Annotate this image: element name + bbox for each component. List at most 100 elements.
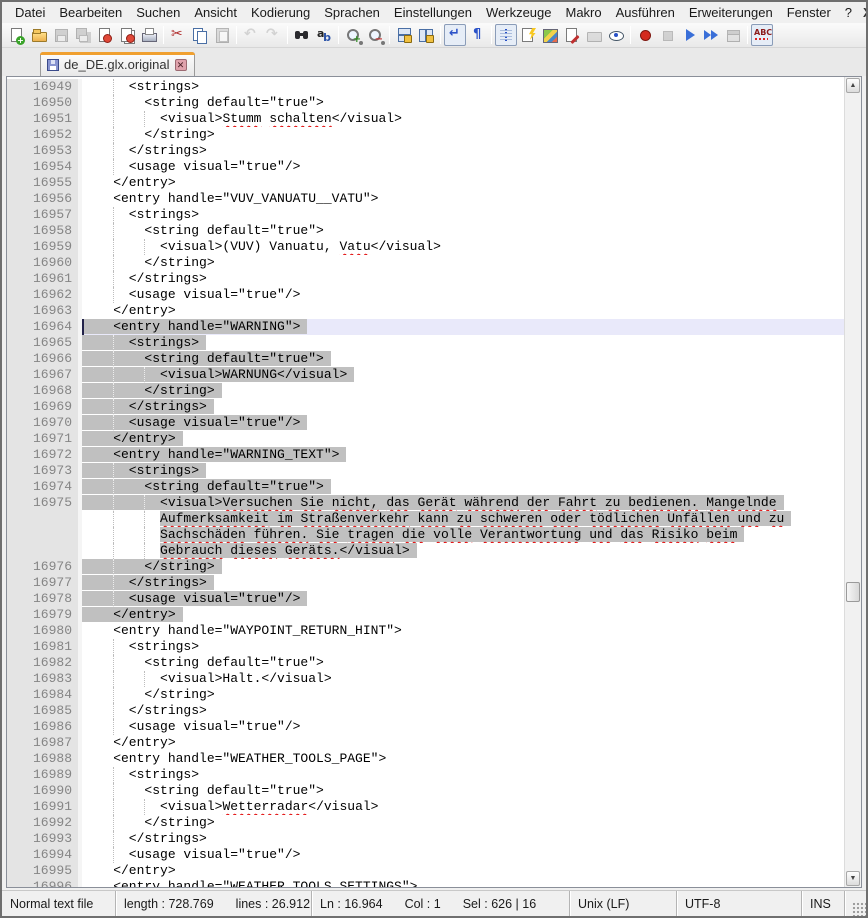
indent-guide-line xyxy=(113,223,114,239)
close-file-button[interactable] xyxy=(94,24,116,46)
editor-rows[interactable]: 16949 <strings>16950 <string default="tr… xyxy=(7,77,844,887)
editor-row: 16967 <visual>WARNUNG</visual> xyxy=(7,367,844,383)
status-eol-format[interactable]: Unix (LF) xyxy=(570,891,677,916)
editor-row: 16978 <usage visual="true"/> xyxy=(7,591,844,607)
menu-item-erweiterungen[interactable]: Erweiterungen xyxy=(682,3,780,22)
menu-item-bearbeiten[interactable]: Bearbeiten xyxy=(52,3,129,22)
resize-grip-icon[interactable] xyxy=(852,902,866,916)
zoom-out-button[interactable] xyxy=(364,24,386,46)
status-selection: Sel : 626 | 16 xyxy=(463,897,536,911)
sync-h-button[interactable] xyxy=(415,24,437,46)
line-number: 16964 xyxy=(7,319,78,335)
menu-item-datei[interactable]: Datei xyxy=(8,3,52,22)
copy-icon xyxy=(192,27,208,43)
vertical-scrollbar[interactable]: ▲ ▼ xyxy=(844,77,861,887)
line-number: 16960 xyxy=(7,255,78,271)
zoom-in-button[interactable] xyxy=(342,24,364,46)
cut-button[interactable] xyxy=(167,24,189,46)
status-bar: Normal text file length : 728.769 lines … xyxy=(2,890,866,916)
status-insert-mode[interactable]: INS xyxy=(802,891,845,916)
editor-row: 16985 </strings> xyxy=(7,703,844,719)
line-number: 16995 xyxy=(7,863,78,879)
line-number: 16988 xyxy=(7,751,78,767)
menu-item-ausf-hren[interactable]: Ausführen xyxy=(609,3,682,22)
toolbar-separator xyxy=(287,26,288,44)
indent-guide-line xyxy=(113,815,114,831)
selection-highlight: Sachschäden führen. Sie tragen die volle… xyxy=(160,527,744,542)
line-number: 16984 xyxy=(7,687,78,703)
run-macro-multiple-button[interactable] xyxy=(700,24,722,46)
menu-item-sprachen[interactable]: Sprachen xyxy=(317,3,387,22)
misspelled-word: Sie xyxy=(300,495,323,510)
scroll-up-arrow-icon[interactable]: ▲ xyxy=(846,78,860,93)
indent-guide-line xyxy=(144,799,145,815)
udl-dialog-button[interactable] xyxy=(517,24,539,46)
indent-guide-button[interactable] xyxy=(495,24,517,46)
code-line: <usage visual="true"/> xyxy=(82,287,844,303)
record-macro-button[interactable] xyxy=(634,24,656,46)
indent-guide-line xyxy=(113,527,114,543)
word-wrap-button[interactable] xyxy=(444,24,466,46)
indent-guide-line xyxy=(113,367,114,383)
line-number: 16990 xyxy=(7,783,78,799)
indent-guide-line xyxy=(113,79,114,95)
indent-guide-line xyxy=(144,239,145,255)
misspelled-word: volle xyxy=(433,527,472,542)
spell-check-button[interactable] xyxy=(751,24,773,46)
menu-item-kodierung[interactable]: Kodierung xyxy=(244,3,317,22)
replace-button[interactable] xyxy=(313,24,335,46)
menu-item-werkzeuge[interactable]: Werkzeuge xyxy=(479,3,559,22)
sync-v-button[interactable] xyxy=(393,24,415,46)
line-number: 16977 xyxy=(7,575,78,591)
find-button[interactable] xyxy=(291,24,313,46)
editor-row: 16987 </entry> xyxy=(7,735,844,751)
close-all-button[interactable] xyxy=(116,24,138,46)
line-number: 16969 xyxy=(7,399,78,415)
save-file-button xyxy=(50,24,72,46)
status-encoding[interactable]: UTF-8 xyxy=(677,891,802,916)
menu-item-einstellungen[interactable]: Einstellungen xyxy=(387,3,479,22)
misspelled-word: Gebrauch xyxy=(160,543,222,558)
menu-item-makro[interactable]: Makro xyxy=(559,3,609,22)
edit-pen-button[interactable] xyxy=(561,24,583,46)
tab-close-icon[interactable]: ✕ xyxy=(175,59,187,71)
play-macro-icon xyxy=(681,27,697,43)
doc-map-button[interactable] xyxy=(539,24,561,46)
code-line: </entry> xyxy=(82,303,844,319)
scrollbar-thumb[interactable] xyxy=(846,582,860,602)
editor-row: 16979 </entry> xyxy=(7,607,844,623)
show-all-chars-button[interactable] xyxy=(466,24,488,46)
window-close-button[interactable]: X xyxy=(859,5,868,20)
selection-highlight: </entry> xyxy=(82,607,183,622)
menu-item-suchen[interactable]: Suchen xyxy=(129,3,187,22)
line-number: 16957 xyxy=(7,207,78,223)
menu-item-ansicht[interactable]: Ansicht xyxy=(187,3,244,22)
save-all-icon xyxy=(75,27,91,43)
open-file-button[interactable] xyxy=(28,24,50,46)
menu-item-?[interactable]: ? xyxy=(838,3,859,22)
misspelled-word: zu xyxy=(605,495,621,510)
menu-item-fenster[interactable]: Fenster xyxy=(780,3,838,22)
editor-row: 16988 <entry handle="WEATHER_TOOLS_PAGE"… xyxy=(7,751,844,767)
preview-eye-button[interactable] xyxy=(605,24,627,46)
open-file-icon xyxy=(31,27,47,43)
scroll-down-arrow-icon[interactable]: ▼ xyxy=(846,871,860,886)
copy-button[interactable] xyxy=(189,24,211,46)
status-doc-type: Normal text file xyxy=(2,891,116,916)
indent-guide-line xyxy=(113,383,114,399)
play-macro-button[interactable] xyxy=(678,24,700,46)
misspelled-word: während xyxy=(464,495,519,510)
replace-icon xyxy=(316,27,332,43)
indent-guide-line xyxy=(144,527,145,543)
new-file-icon xyxy=(9,27,25,43)
line-number: 16974 xyxy=(7,479,78,495)
tab-de-de-glx-original[interactable]: de_DE.glx.original ✕ xyxy=(40,52,195,76)
line-number: 16958 xyxy=(7,223,78,239)
paste-icon xyxy=(214,27,230,43)
misspelled-word: Unfällen xyxy=(667,511,729,526)
misspelled-word: oder xyxy=(550,511,581,526)
toolbar-separator xyxy=(389,26,390,44)
print-button[interactable] xyxy=(138,24,160,46)
code-line: <usage visual="true"/> xyxy=(82,719,844,735)
new-file-button[interactable] xyxy=(6,24,28,46)
